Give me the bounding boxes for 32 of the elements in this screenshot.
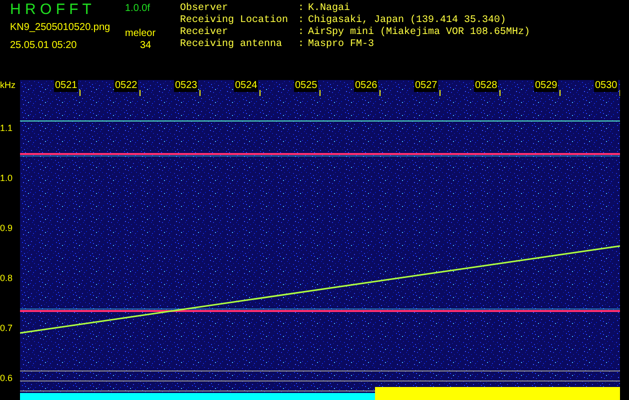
axis-label: 0.9 (0, 222, 13, 234)
time-label: 0528 (474, 80, 498, 92)
separator: : (298, 39, 306, 51)
info-label: Receiving antenna (180, 39, 284, 51)
time-label: 0522 (114, 80, 138, 92)
axis-label: 0.8 (0, 272, 13, 284)
info-value: K.Nagai (308, 3, 352, 14)
separator: : (298, 3, 306, 15)
file-name: KN9_2505010520.png (10, 22, 112, 34)
app-title: H R O F F T (10, 2, 92, 18)
time-label: 0521 (54, 80, 78, 92)
info-label: Receiver (180, 27, 230, 38)
info-label: Observer (180, 3, 230, 14)
time-label: 0530 (594, 80, 618, 92)
axis-label: 0.7 (0, 322, 13, 334)
axis-label: 1.1 (0, 122, 13, 134)
time-label: 0527 (414, 80, 438, 92)
separator: : (298, 27, 306, 39)
time-label: 0524 (234, 80, 258, 92)
info-value: Maspro FM-3 (308, 39, 376, 51)
axis-label: 0.6 (0, 372, 13, 384)
axis-label: 1.0 (0, 172, 13, 184)
time-label: 0523 (174, 80, 198, 92)
time-label: 0525 (294, 80, 318, 92)
axis-unit: kHz (0, 80, 16, 90)
date-time: 25.05.01 05:20 (10, 40, 78, 52)
time-label: 0526 (354, 80, 378, 92)
info-value: Chigasaki, Japan (139.414 35.340) (308, 15, 508, 26)
info-label: Receiving Location (180, 15, 290, 26)
time-label: 0529 (534, 80, 558, 92)
info-value: AirSpy mini (Miakejima VOR 108.65MHz) (308, 27, 530, 39)
separator: : (298, 15, 306, 27)
